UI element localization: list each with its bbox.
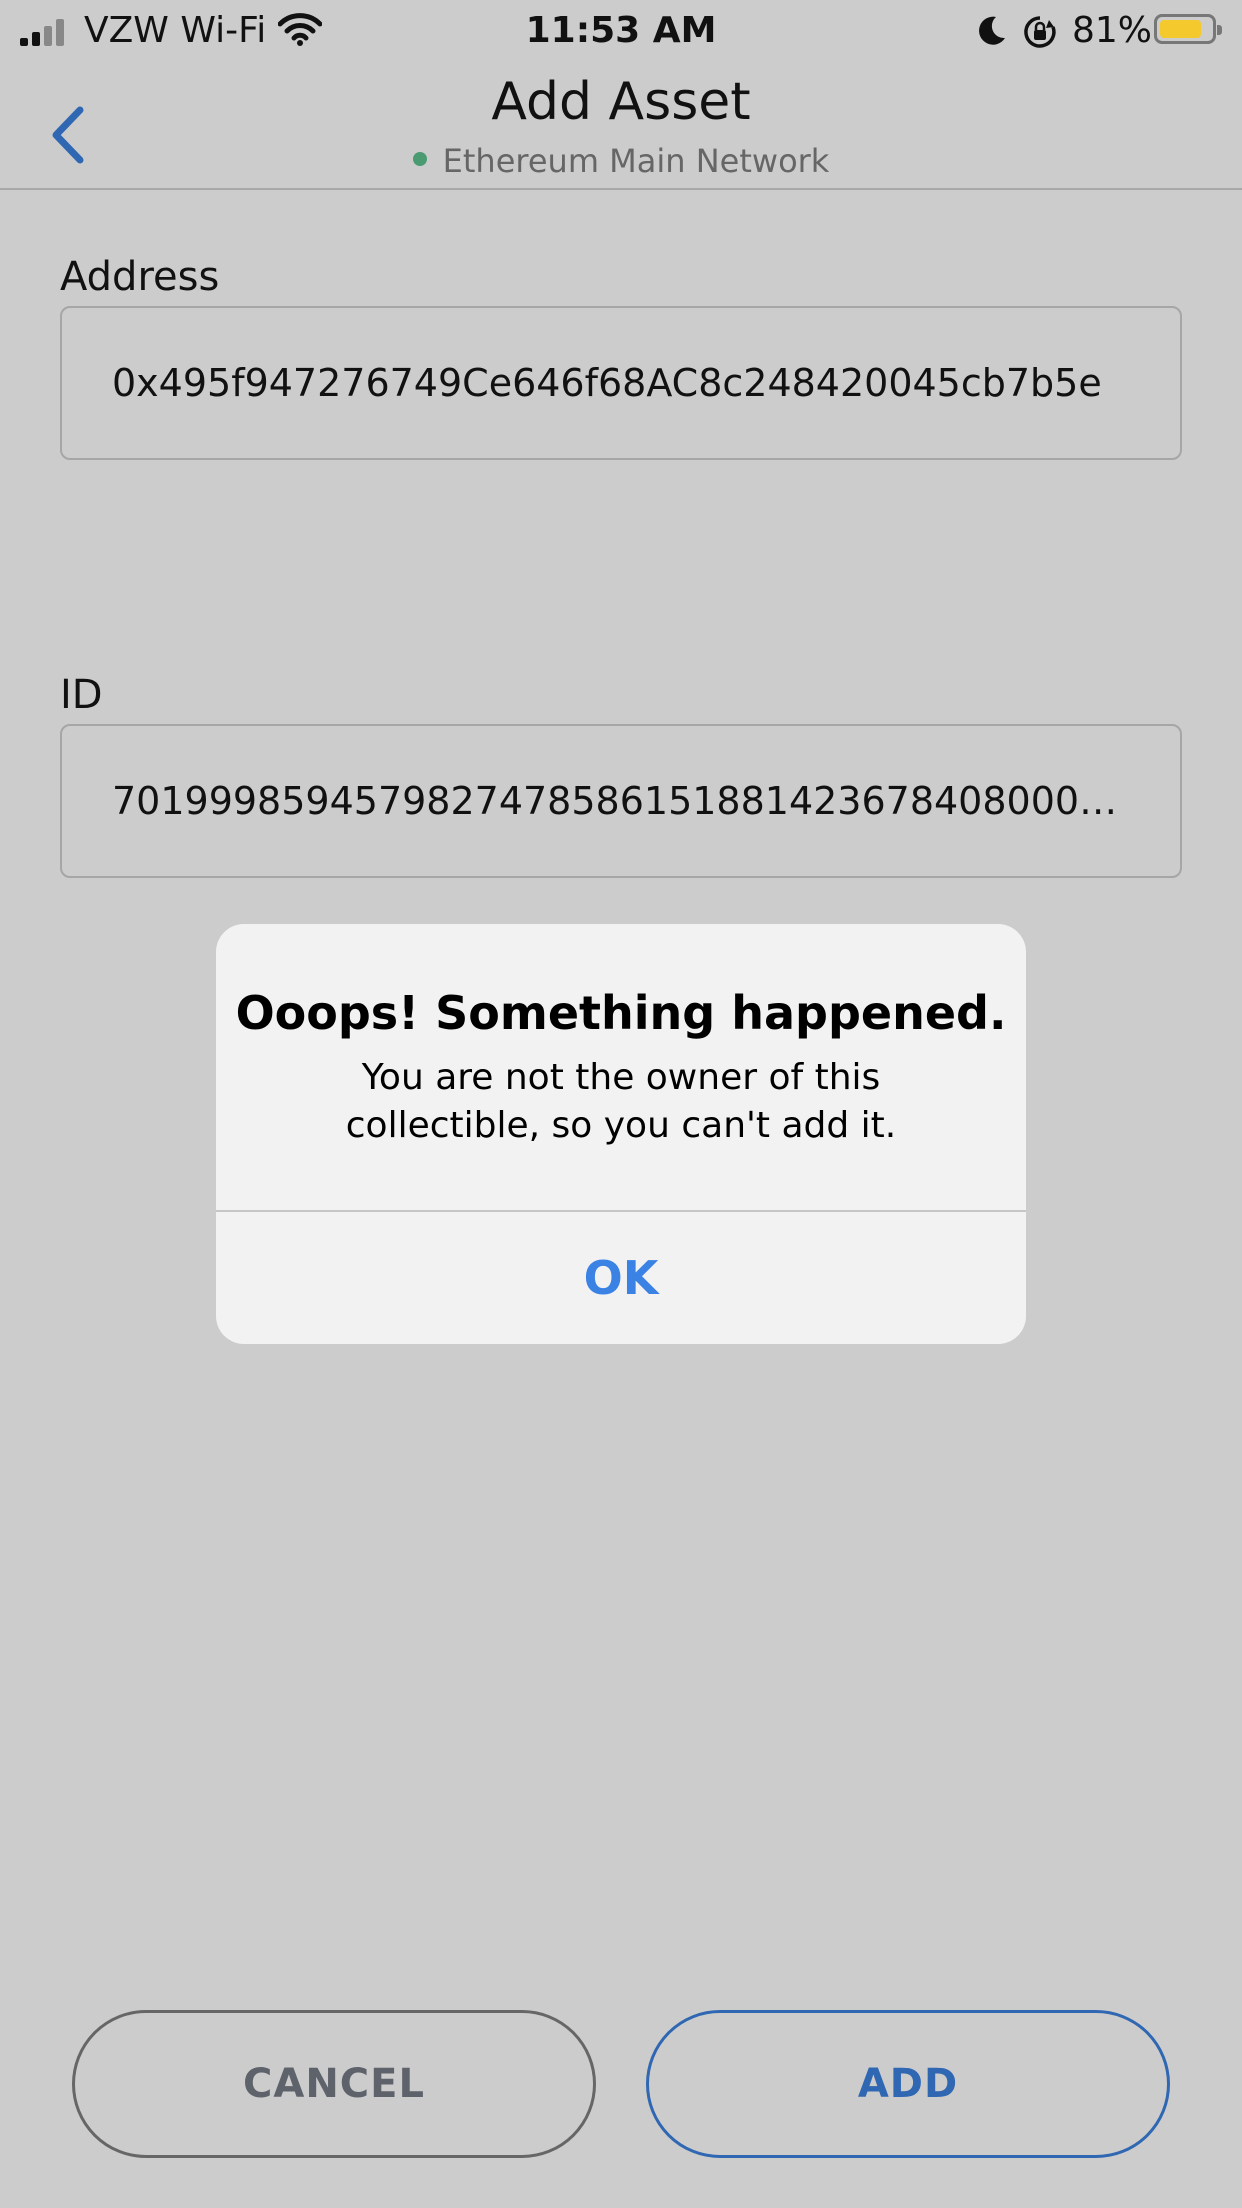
nav-header: Add Asset Ethereum Main Network (0, 62, 1242, 190)
page-title: Add Asset (491, 72, 751, 132)
add-button[interactable]: ADD (646, 2010, 1170, 2158)
network-status-dot (412, 152, 427, 166)
id-input[interactable]: 7019998594579827478586151881423678408000… (60, 724, 1182, 878)
battery-percent: 81% (1072, 10, 1153, 51)
id-label: ID (60, 672, 103, 718)
rotation-lock-icon (1022, 14, 1058, 54)
network-name: Ethereum Main Network (442, 142, 830, 180)
status-bar: VZW Wi-Fi 11:53 AM 81% (0, 0, 1242, 62)
moon-icon (974, 14, 1008, 52)
alert-message: You are not the owner of this collectibl… (345, 1057, 897, 1146)
cancel-button[interactable]: CANCEL (72, 2010, 596, 2158)
network-indicator: Ethereum Main Network (0, 142, 1242, 180)
id-value: 7019998594579827478586151881423678408000… (112, 779, 1130, 823)
error-alert-dialog: Ooops! Something happened. You are not t… (216, 924, 1026, 1344)
address-label: Address (60, 254, 220, 300)
battery-icon (1154, 14, 1222, 44)
alert-title: Ooops! Something happened. (235, 986, 1007, 1040)
address-input[interactable]: 0x495f947276749Ce646f68AC8c248420045cb7b… (60, 306, 1182, 460)
alert-ok-button[interactable]: OK (216, 1212, 1026, 1344)
address-value: 0x495f947276749Ce646f68AC8c248420045cb7b… (112, 361, 1102, 405)
battery-fill (1160, 20, 1201, 38)
battery-nub (1217, 25, 1222, 35)
